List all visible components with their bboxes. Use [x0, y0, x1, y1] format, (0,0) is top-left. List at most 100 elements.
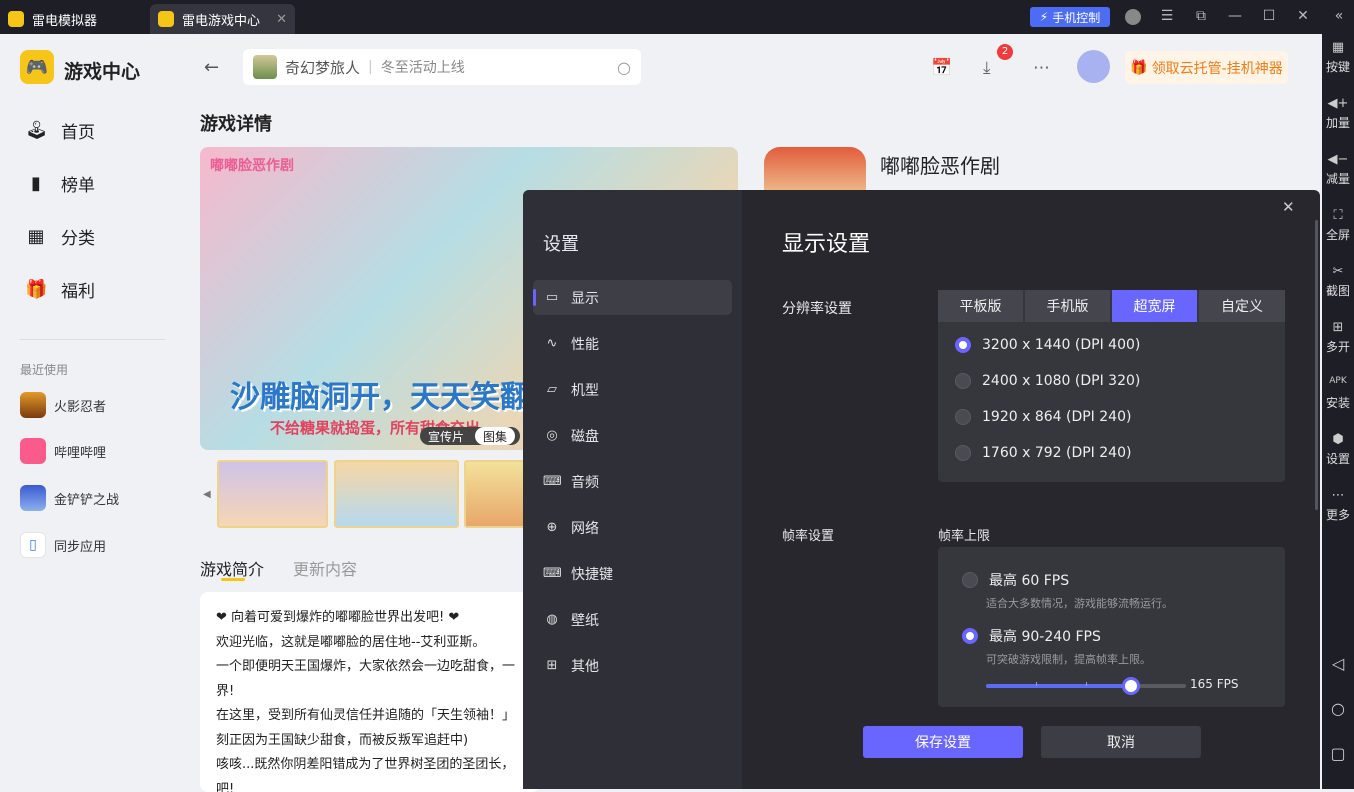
- maximize-icon[interactable]: ☐: [1260, 8, 1278, 24]
- nav-home[interactable]: 🕹首页: [25, 118, 95, 143]
- radio-button[interactable]: [955, 445, 971, 461]
- resolution-option[interactable]: 1920 x 864 (DPI 240): [955, 409, 1131, 425]
- disk-icon: ◎: [543, 428, 561, 443]
- tab-game-center[interactable]: 雷电游戏中心 ✕: [150, 4, 295, 34]
- toolbar-multi-instance[interactable]: ⊞多开: [1322, 320, 1354, 355]
- nav-categories[interactable]: ▦分类: [25, 224, 95, 249]
- fps-slider-fill: [986, 684, 1131, 688]
- toolbar-keyboard[interactable]: ▦按键: [1322, 40, 1354, 75]
- home-icon[interactable]: ○: [1322, 699, 1354, 718]
- fps-slider-thumb[interactable]: [1122, 677, 1140, 695]
- resolution-option[interactable]: 3200 x 1440 (DPI 400): [955, 337, 1140, 353]
- settings-nav-3[interactable]: ◎磁盘: [533, 418, 732, 453]
- radio-button[interactable]: [955, 337, 971, 353]
- volume-down-icon: ◀−: [1322, 152, 1354, 170]
- close-window-icon[interactable]: ✕: [1294, 8, 1312, 24]
- toolbar-label: 加量: [1326, 116, 1350, 130]
- nav-rankings[interactable]: ▮榜单: [25, 171, 95, 196]
- tab-label: 雷电游戏中心: [182, 10, 260, 29]
- description-line: 界!: [216, 680, 524, 705]
- title-bar: 雷电模拟器 雷电游戏中心 ✕ ⚡手机控制 ☰ ⧉ — ☐ ✕ «: [0, 0, 1354, 34]
- radio-button[interactable]: [962, 572, 978, 588]
- toolbar-settings[interactable]: ⬢设置: [1322, 432, 1354, 467]
- toolbar-apk-install[interactable]: APK安装: [1322, 376, 1354, 411]
- prev-arrow-icon[interactable]: ◀: [203, 489, 211, 500]
- settings-nav-4[interactable]: ⌨音频: [533, 464, 732, 499]
- tft-icon: [20, 485, 46, 511]
- recent-label: 最近使用: [20, 361, 68, 378]
- cloud-hosting-gift-button[interactable]: 🎁领取云托管-挂机神器: [1125, 51, 1288, 84]
- toolbar-volume-up[interactable]: ◀+加量: [1322, 96, 1354, 131]
- nav-benefits[interactable]: 🎁福利: [25, 277, 95, 302]
- download-icon[interactable]: ⤓: [983, 58, 991, 78]
- mode-tab[interactable]: 自定义: [1199, 290, 1285, 322]
- cancel-button[interactable]: 取消: [1041, 726, 1201, 758]
- phone-control-button[interactable]: ⚡手机控制: [1030, 7, 1110, 27]
- search-input[interactable]: 奇幻梦旅人 | 冬至活动上线 ○: [243, 49, 641, 85]
- radio-button[interactable]: [955, 409, 971, 425]
- search-icon[interactable]: ○: [617, 58, 631, 77]
- toolbar-fullscreen[interactable]: ⛶全屏: [1322, 208, 1354, 243]
- scrollbar[interactable]: [1315, 220, 1318, 510]
- emulator-logo-icon: [8, 11, 24, 27]
- toolbar-label: 安装: [1326, 396, 1350, 410]
- tab-updates[interactable]: 更新内容: [293, 556, 357, 580]
- fps-option-desc: 可突破游戏限制，提高帧率上限。: [986, 651, 1151, 667]
- monitor-icon: ▭: [543, 290, 561, 305]
- settings-nav-1[interactable]: ∿性能: [533, 326, 732, 361]
- settings-nav-6[interactable]: ⌨快捷键: [533, 556, 732, 591]
- settings-nav-2[interactable]: ▱机型: [533, 372, 732, 407]
- tab-intro[interactable]: 游戏简介: [200, 556, 264, 580]
- mode-tab[interactable]: 超宽屏: [1112, 290, 1197, 322]
- toolbar-label: 按键: [1326, 60, 1350, 74]
- calendar-icon[interactable]: 📅: [931, 58, 952, 78]
- recent-apps-icon[interactable]: ▢: [1322, 744, 1354, 763]
- description-line: 吧!: [216, 778, 524, 792]
- screenshot-thumbnail[interactable]: [334, 460, 459, 528]
- toolbar-scissors[interactable]: ✂截图: [1322, 264, 1354, 299]
- menu-icon[interactable]: ☰: [1158, 8, 1176, 24]
- user-avatar-icon[interactable]: [1125, 9, 1141, 25]
- back-icon[interactable]: ←: [204, 57, 219, 78]
- settings-nav-7[interactable]: ◍壁纸: [533, 602, 732, 637]
- radio-button[interactable]: [962, 628, 978, 644]
- divider: [20, 339, 165, 340]
- more-icon[interactable]: ⋯: [1033, 58, 1050, 78]
- recent-item[interactable]: 金铲铲之战: [20, 485, 119, 511]
- back-icon[interactable]: ◁: [1322, 654, 1354, 673]
- recent-item[interactable]: 火影忍者: [20, 392, 106, 418]
- resolution-option[interactable]: 2400 x 1080 (DPI 320): [955, 373, 1140, 389]
- mode-tab[interactable]: 平板版: [938, 290, 1023, 322]
- media-tab-gallery[interactable]: 图集: [475, 427, 515, 445]
- screenshot-thumbnail[interactable]: [217, 460, 328, 528]
- avatar[interactable]: [1077, 50, 1110, 83]
- fps-option[interactable]: 最高 90-240 FPS: [962, 626, 1101, 646]
- media-tab-label: 宣传片: [428, 428, 464, 445]
- close-tab-icon[interactable]: ✕: [276, 12, 287, 27]
- settings-nav-5[interactable]: ⊕网络: [533, 510, 732, 545]
- screen-rotate-icon[interactable]: ⧉: [1192, 8, 1210, 24]
- recent-item[interactable]: ▯同步应用: [20, 532, 106, 558]
- multi-instance-icon: ⊞: [1322, 320, 1354, 338]
- fps-option[interactable]: 最高 60 FPS: [962, 570, 1069, 590]
- collapse-sidebar-icon[interactable]: «: [1330, 8, 1348, 24]
- mode-tab[interactable]: 手机版: [1025, 290, 1110, 322]
- settings-nav-0[interactable]: ▭显示: [533, 280, 732, 315]
- resolution-option[interactable]: 1760 x 792 (DPI 240): [955, 445, 1131, 461]
- toolbar-more[interactable]: ⋯更多: [1322, 488, 1354, 523]
- tab-label: 雷电模拟器: [32, 10, 97, 29]
- naruto-icon: [20, 392, 46, 418]
- slider-tick: [1036, 682, 1037, 686]
- radio-button[interactable]: [955, 373, 971, 389]
- settings-nav-8[interactable]: ⊞其他: [533, 648, 732, 683]
- recent-item[interactable]: 哔哩哔哩: [20, 438, 106, 464]
- settings-nav-label: 网络: [571, 518, 599, 538]
- fps-slider[interactable]: [986, 684, 1186, 688]
- close-dialog-icon[interactable]: ✕: [1282, 198, 1295, 216]
- tab-emulator[interactable]: 雷电模拟器: [0, 4, 140, 34]
- game-thumbnail-icon: [253, 55, 277, 79]
- save-settings-button[interactable]: 保存设置: [863, 726, 1023, 758]
- minimize-icon[interactable]: —: [1226, 8, 1244, 24]
- game-name: 嘟嘟脸恶作剧: [880, 150, 1000, 179]
- toolbar-volume-down[interactable]: ◀−减量: [1322, 152, 1354, 187]
